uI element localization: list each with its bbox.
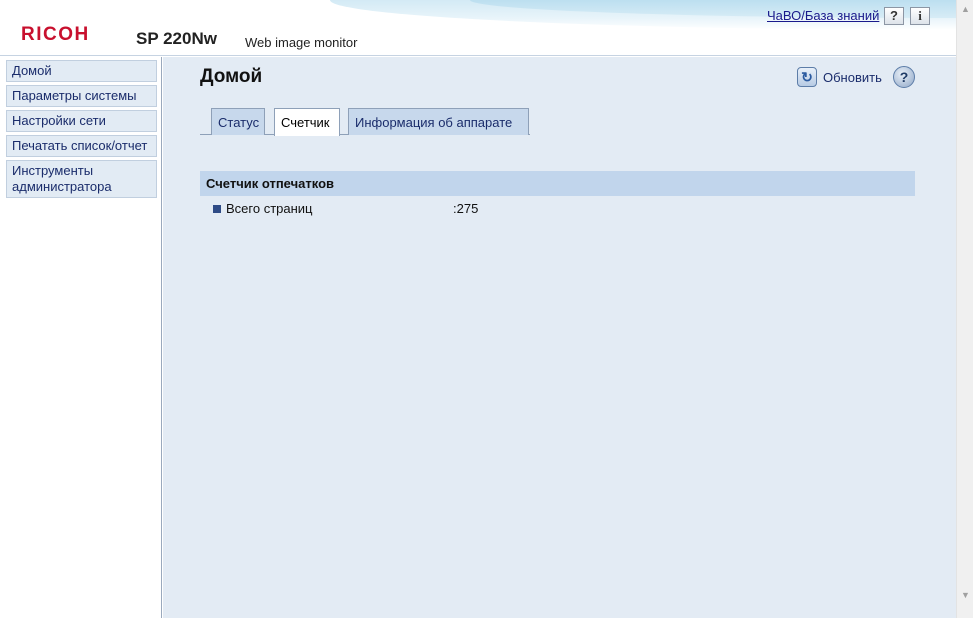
scroll-down-arrow-icon[interactable]: ▼ [959,588,972,602]
refresh-label[interactable]: Обновить [823,70,882,85]
total-pages-label: Всего страниц [226,201,313,216]
tab-counter[interactable]: Счетчик [274,108,340,136]
main-content: Домой ↻ Обновить ? Статус Счетчик Информ… [163,57,956,618]
sidebar-item-system-settings[interactable]: Параметры системы [6,85,157,107]
counter-row-total-pages: Всего страниц :275 [213,200,478,218]
bullet-square-icon [213,205,221,213]
help-question-icon[interactable]: ? [893,66,915,88]
sidebar-item-network-settings[interactable]: Настройки сети [6,110,157,132]
faq-knowledge-base-link[interactable]: ЧаВО/База знаний [767,8,879,23]
sidebar-nav: Домой Параметры системы Настройки сети П… [0,57,162,618]
sidebar-item-print-list-report[interactable]: Печатать список/отчет [6,135,157,157]
refresh-button[interactable]: ↻ Обновить [797,66,882,88]
tab-device-info[interactable]: Информация об аппарате [348,108,529,135]
header-bar: RICOH SP 220Nw Web image monitor ЧаВО/Ба… [0,0,956,56]
help-question-icon[interactable]: ? [884,7,904,25]
refresh-icon[interactable]: ↻ [797,67,817,87]
info-icon[interactable]: i [910,7,930,25]
page-title: Домой [200,66,263,87]
sidebar-item-admin-tools[interactable]: Инструменты администратора [6,160,157,198]
sidebar-item-home[interactable]: Домой [6,60,157,82]
vertical-scrollbar[interactable]: ▲ ▼ [956,0,973,618]
web-image-monitor-label: Web image monitor [245,35,358,50]
total-pages-value: :275 [453,201,479,216]
tab-status[interactable]: Статус [211,108,265,135]
tab-bar: Статус Счетчик Информация об аппарате [200,108,530,136]
ricoh-logo: RICOH [21,24,90,45]
scroll-up-arrow-icon[interactable]: ▲ [959,2,972,16]
section-print-counter-title: Счетчик отпечатков [200,171,915,196]
model-name: SP 220Nw [136,29,217,48]
